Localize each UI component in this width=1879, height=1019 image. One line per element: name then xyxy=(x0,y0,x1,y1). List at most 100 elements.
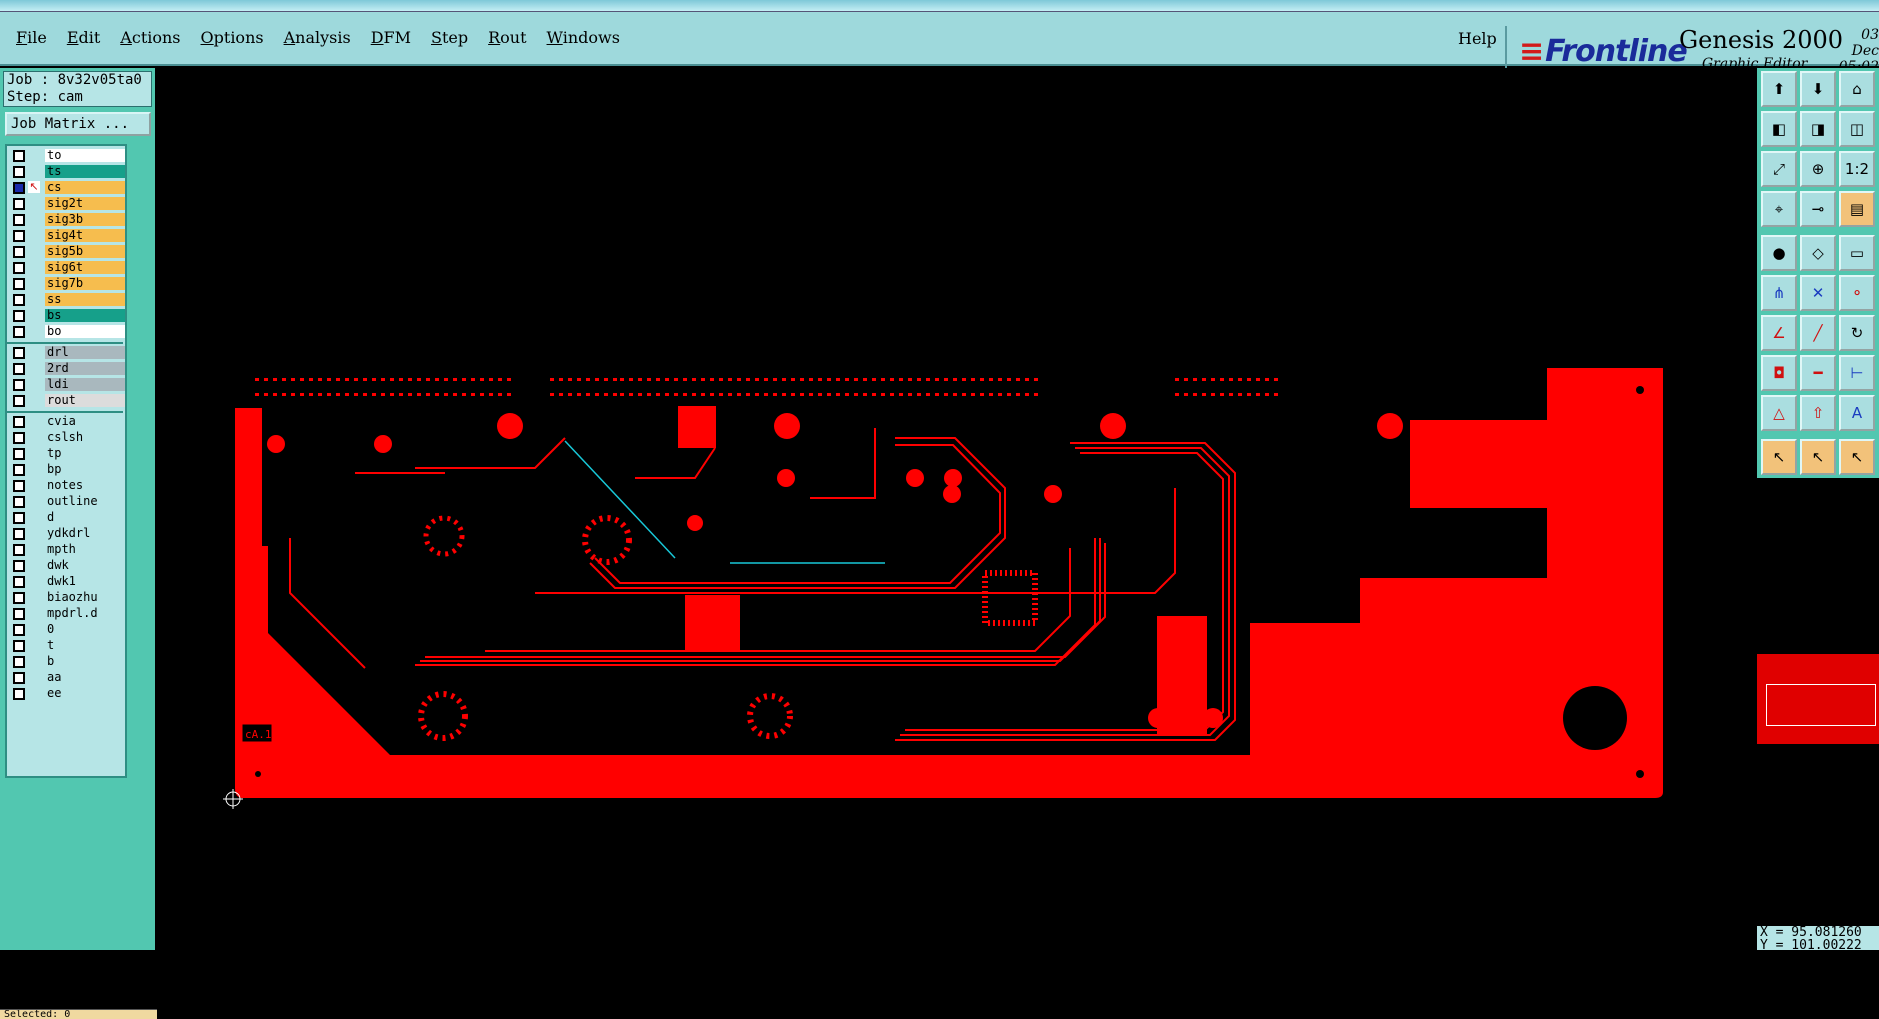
layer-row-mpth[interactable]: mpth xyxy=(11,543,125,556)
layer-row-cslsh[interactable]: cslsh xyxy=(11,431,125,444)
measure-button[interactable]: ▭ xyxy=(1839,235,1875,271)
zoom-home-1-button[interactable]: ⬆ xyxy=(1761,71,1797,107)
layer-row-dwk[interactable]: dwk xyxy=(11,559,125,572)
layer-name[interactable]: rout xyxy=(45,394,125,407)
layer-name[interactable]: cslsh xyxy=(45,431,125,444)
layer-checkbox[interactable] xyxy=(13,395,25,407)
layer-row-bp[interactable]: bp xyxy=(11,463,125,476)
layer-checkbox[interactable] xyxy=(13,528,25,540)
layer-row-sig4t[interactable]: sig4t xyxy=(11,229,125,242)
dimension-button[interactable]: ⊢ xyxy=(1839,355,1875,391)
layer-checkbox[interactable] xyxy=(13,496,25,508)
layer-checkbox[interactable] xyxy=(13,544,25,556)
layer-name[interactable]: sig5b xyxy=(45,245,125,258)
layer-checkbox[interactable] xyxy=(13,214,25,226)
layer-row-sig2t[interactable]: sig2t xyxy=(11,197,125,210)
menu-file[interactable]: File xyxy=(16,28,47,47)
layer-row-dwk1[interactable]: dwk1 xyxy=(11,575,125,588)
layer-checkbox[interactable] xyxy=(13,592,25,604)
arrow-up-button[interactable]: ⇧ xyxy=(1800,395,1836,431)
layer-row-sig6t[interactable]: sig6t xyxy=(11,261,125,274)
layer-checkbox[interactable] xyxy=(13,432,25,444)
undo-button[interactable]: ↻ xyxy=(1839,315,1875,351)
layer-row-rout[interactable]: rout xyxy=(11,394,125,407)
layer-row-sig3b[interactable]: sig3b xyxy=(11,213,125,226)
select-pad-button[interactable]: ◘ xyxy=(1761,355,1797,391)
layer-checkbox[interactable] xyxy=(13,262,25,274)
scale-button[interactable]: 1:2 xyxy=(1839,151,1875,187)
layer-name[interactable]: dwk xyxy=(45,559,125,572)
layer-name[interactable]: bo xyxy=(45,325,125,338)
pan-right-button[interactable]: ◨ xyxy=(1800,111,1836,147)
layer-name[interactable]: cs xyxy=(45,181,125,194)
layer-checkbox[interactable] xyxy=(13,182,25,194)
layer-name[interactable]: sig3b xyxy=(45,213,125,226)
layer-name[interactable]: sig7b xyxy=(45,277,125,290)
connect-button[interactable]: ⋔ xyxy=(1761,275,1797,311)
layer-checkbox[interactable] xyxy=(13,379,25,391)
layer-checkbox[interactable] xyxy=(13,448,25,460)
pointer-button[interactable]: ↖ xyxy=(1761,439,1797,475)
triangle-button[interactable]: △ xyxy=(1761,395,1797,431)
graphic-canvas[interactable]: cA.1 xyxy=(155,68,1757,950)
layer-row-t[interactable]: t xyxy=(11,639,125,652)
layer-row-drl[interactable]: drl xyxy=(11,346,125,359)
layer-name[interactable]: outline xyxy=(45,495,125,508)
layer-row-ydkdrl[interactable]: ydkdrl xyxy=(11,527,125,540)
layer-name[interactable]: ee xyxy=(45,687,125,700)
menu-rout[interactable]: Rout xyxy=(488,28,526,47)
menu-dfm[interactable]: DFM xyxy=(371,28,411,47)
layer-name[interactable]: 0 xyxy=(45,623,125,636)
layer-checkbox[interactable] xyxy=(13,576,25,588)
layer-row-sig5b[interactable]: sig5b xyxy=(11,245,125,258)
layer-checkbox[interactable] xyxy=(13,640,25,652)
layer-row-tp[interactable]: tp xyxy=(11,447,125,460)
menu-analysis[interactable]: Analysis xyxy=(284,28,351,47)
layer-name[interactable]: aa xyxy=(45,671,125,684)
layer-name[interactable]: d xyxy=(45,511,125,524)
line-button[interactable]: ╱ xyxy=(1800,315,1836,351)
shape-button[interactable]: ◇ xyxy=(1800,235,1836,271)
layer-name[interactable]: sig6t xyxy=(45,261,125,274)
layer-row-notes[interactable]: notes xyxy=(11,479,125,492)
layer-row-bo[interactable]: bo xyxy=(11,325,125,338)
layer-checkbox[interactable] xyxy=(13,198,25,210)
pointer-2-button[interactable]: ↖ xyxy=(1800,439,1836,475)
job-matrix-button[interactable]: Job Matrix ... xyxy=(5,112,151,136)
layer-checkbox[interactable] xyxy=(13,512,25,524)
menu-edit[interactable]: Edit xyxy=(67,28,100,47)
layer-name[interactable]: bs xyxy=(45,309,125,322)
layer-row-biaozhu[interactable]: biaozhu xyxy=(11,591,125,604)
layer-row-sig7b[interactable]: sig7b xyxy=(11,277,125,290)
layer-row-b[interactable]: b xyxy=(11,655,125,668)
layer-row-d[interactable]: d xyxy=(11,511,125,524)
layer-checkbox[interactable] xyxy=(13,560,25,572)
angle-button[interactable]: ∠ xyxy=(1761,315,1797,351)
layer-name[interactable]: ydkdrl xyxy=(45,527,125,540)
layer-row-to[interactable]: to xyxy=(11,149,125,162)
text-button[interactable]: A xyxy=(1839,395,1875,431)
layer-name[interactable]: sig2t xyxy=(45,197,125,210)
layer-checkbox[interactable] xyxy=(13,656,25,668)
zoom-home-2-button[interactable]: ⬇ xyxy=(1800,71,1836,107)
layer-row-ss[interactable]: ss xyxy=(11,293,125,306)
cross-button[interactable]: ✕ xyxy=(1800,275,1836,311)
layer-name[interactable]: mpdrl.d xyxy=(45,607,125,620)
layer-checkbox[interactable] xyxy=(13,672,25,684)
layer-row-ee[interactable]: ee xyxy=(11,687,125,700)
snap-button[interactable]: ⌖ xyxy=(1761,191,1797,227)
layer-name[interactable]: mpth xyxy=(45,543,125,556)
home-button[interactable]: ⌂ xyxy=(1839,71,1875,107)
layer-stack-button[interactable]: ▤ xyxy=(1839,191,1875,227)
menu-windows[interactable]: Windows xyxy=(547,28,620,47)
zoom-in-button[interactable]: ⊕ xyxy=(1800,151,1836,187)
layer-checkbox[interactable] xyxy=(13,230,25,242)
layer-checkbox[interactable] xyxy=(13,278,25,290)
layer-checkbox[interactable] xyxy=(13,464,25,476)
layer-name[interactable]: dwk1 xyxy=(45,575,125,588)
layer-row-2rd[interactable]: 2rd xyxy=(11,362,125,375)
menu-step[interactable]: Step xyxy=(431,28,468,47)
pan-left-button[interactable]: ◧ xyxy=(1761,111,1797,147)
pcb-drawing[interactable]: cA.1 xyxy=(155,68,1757,950)
layer-checkbox[interactable] xyxy=(13,150,25,162)
